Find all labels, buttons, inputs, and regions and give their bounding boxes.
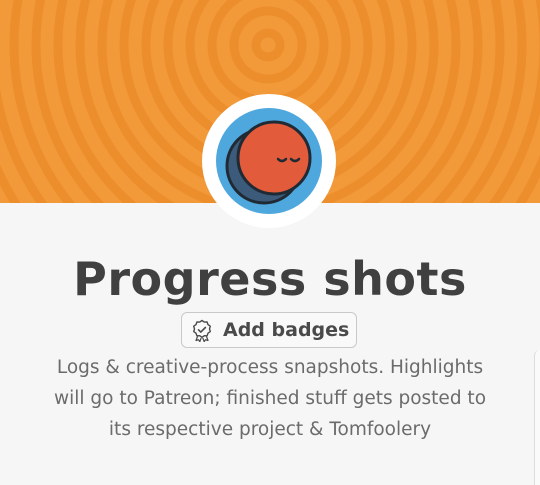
description-line: its respective project & Tomfoolery [108,419,432,440]
group-avatar[interactable] [202,94,336,228]
sleeping-moon-face-icon [216,108,322,214]
add-badges-button[interactable]: Add badges [181,312,357,348]
side-panel-edge [534,350,540,485]
badge-check-icon [190,318,214,343]
page-description: Logs & creative-process snapshots. Highl… [20,352,520,445]
add-badges-label: Add badges [223,319,350,341]
page-title: Progress shots [73,252,467,306]
description-line: will go to Patreon; finished stuff gets … [53,388,487,409]
description-line: Logs & creative-process snapshots. Highl… [56,357,484,378]
